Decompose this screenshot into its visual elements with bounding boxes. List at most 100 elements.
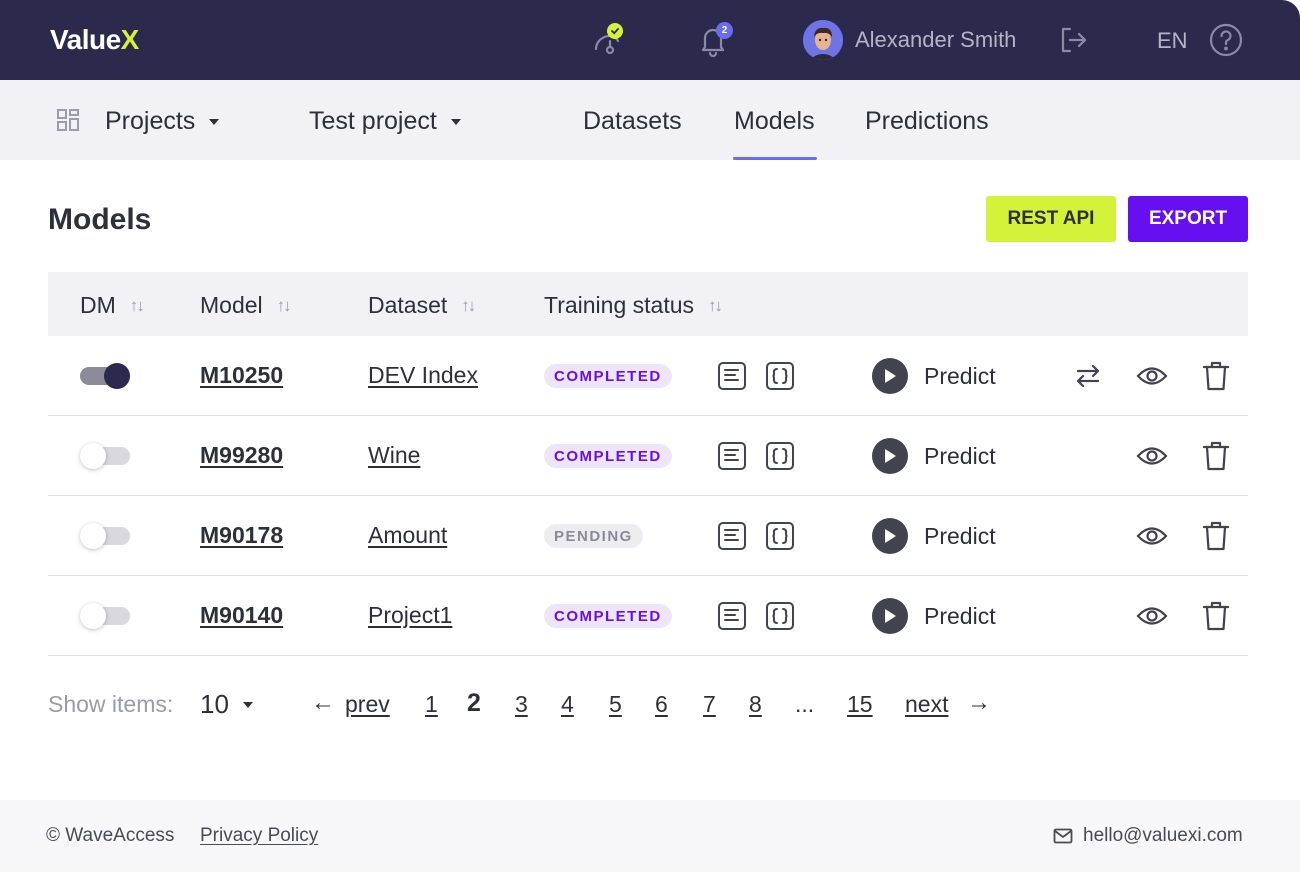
help-icon[interactable]	[1206, 20, 1246, 60]
table-row: M90140Project1COMPLETEDPredict	[48, 576, 1248, 656]
sort-icon[interactable]: ↑↓	[130, 296, 143, 316]
dm-toggle[interactable]	[80, 363, 130, 389]
arrow-right-icon[interactable]: →	[967, 689, 991, 717]
table-header: DM ↑↓ Model ↑↓ Dataset ↑↓ Training statu…	[48, 272, 1248, 336]
table-row: M90178AmountPENDINGPredict	[48, 496, 1248, 576]
column-header-dataset[interactable]: Dataset ↑↓	[368, 292, 474, 319]
user-name[interactable]: Alexander Smith	[855, 27, 1016, 53]
predict-button[interactable]: Predict	[872, 518, 996, 554]
page-link[interactable]: 15	[847, 691, 873, 718]
chevron-down-icon	[209, 119, 219, 125]
chevron-down-icon	[451, 119, 461, 125]
json-braces-icon[interactable]	[764, 440, 796, 472]
avatar[interactable]	[803, 20, 843, 60]
column-label: Dataset	[368, 292, 447, 319]
sort-icon[interactable]: ↑↓	[461, 296, 474, 316]
current-page: 2	[467, 689, 481, 718]
projects-dropdown[interactable]: Projects	[105, 107, 219, 136]
column-label: DM	[80, 292, 116, 319]
play-icon	[872, 358, 908, 394]
predict-label: Predict	[924, 523, 996, 550]
log-document-icon[interactable]	[716, 520, 748, 552]
json-braces-icon[interactable]	[764, 520, 796, 552]
project-selector-label: Test project	[309, 107, 437, 136]
dataset-link[interactable]: Wine	[368, 442, 420, 469]
arrow-left-icon[interactable]: ←	[311, 689, 335, 717]
projects-label: Projects	[105, 107, 195, 136]
active-tab-indicator	[733, 157, 817, 160]
next-page-link[interactable]: next	[905, 691, 948, 718]
logout-icon[interactable]	[1053, 20, 1093, 60]
column-header-dm[interactable]: DM ↑↓	[80, 292, 143, 319]
play-icon	[872, 598, 908, 634]
language-switcher[interactable]: EN	[1157, 28, 1188, 54]
predict-button[interactable]: Predict	[872, 598, 996, 634]
chevron-down-icon	[243, 702, 253, 708]
items-per-page-value: 10	[200, 689, 229, 720]
log-document-icon[interactable]	[716, 600, 748, 632]
json-braces-icon[interactable]	[764, 600, 796, 632]
eye-icon[interactable]	[1136, 600, 1168, 632]
pagination-ellipsis: ...	[795, 691, 814, 718]
eye-icon[interactable]	[1136, 520, 1168, 552]
valuex-logo[interactable]: ValueX	[50, 24, 139, 56]
eye-icon[interactable]	[1136, 360, 1168, 392]
training-status-icon[interactable]	[588, 20, 628, 60]
page-link[interactable]: 1	[425, 691, 438, 718]
predict-button[interactable]: Predict	[872, 358, 996, 394]
dataset-link[interactable]: Project1	[368, 602, 452, 629]
privacy-policy-link[interactable]: Privacy Policy	[200, 825, 318, 847]
tab-models[interactable]: Models	[734, 107, 815, 136]
items-per-page-select[interactable]: 10	[200, 689, 253, 720]
top-header: ValueX 2 Alexander Smith	[0, 0, 1300, 80]
trash-icon[interactable]	[1200, 360, 1232, 392]
trash-icon[interactable]	[1200, 600, 1232, 632]
dm-toggle[interactable]	[80, 443, 130, 469]
prev-page-link[interactable]: prev	[345, 691, 390, 718]
contact-email[interactable]: hello@valuexi.com	[1083, 825, 1243, 847]
model-id-link[interactable]: M90178	[200, 522, 283, 549]
predict-button[interactable]: Predict	[872, 438, 996, 474]
project-selector-dropdown[interactable]: Test project	[309, 107, 461, 136]
eye-icon[interactable]	[1136, 440, 1168, 472]
model-id-link[interactable]: M10250	[200, 362, 283, 389]
log-document-icon[interactable]	[716, 440, 748, 472]
page-link[interactable]: 5	[609, 691, 622, 718]
table-row: M99280 Wine COMPLETED Predict	[48, 416, 1248, 496]
status-badge: COMPLETED	[544, 444, 672, 468]
sort-icon[interactable]: ↑↓	[277, 296, 290, 316]
copyright-text: © WaveAccess	[46, 825, 174, 847]
column-label: Model	[200, 292, 263, 319]
page-link[interactable]: 8	[749, 691, 762, 718]
page-link[interactable]: 3	[515, 691, 528, 718]
dataset-link[interactable]: Amount	[368, 522, 447, 549]
column-header-model[interactable]: Model ↑↓	[200, 292, 290, 319]
check-badge-icon	[607, 23, 623, 39]
model-id-link[interactable]: M99280	[200, 442, 283, 469]
dm-toggle[interactable]	[80, 603, 130, 629]
page-link[interactable]: 6	[655, 691, 668, 718]
dataset-link[interactable]: DEV Index	[368, 362, 478, 389]
page-link[interactable]: 4	[561, 691, 574, 718]
footer: © WaveAccess Privacy Policy hello@valuex…	[0, 800, 1300, 872]
export-button[interactable]: EXPORT	[1128, 196, 1248, 242]
page-link[interactable]: 7	[703, 691, 716, 718]
swap-arrows-icon[interactable]	[1072, 360, 1104, 392]
page-title: Models	[48, 203, 151, 237]
dm-toggle[interactable]	[80, 523, 130, 549]
trash-icon[interactable]	[1200, 440, 1232, 472]
mail-icon	[1053, 828, 1073, 849]
json-braces-icon[interactable]	[764, 360, 796, 392]
log-document-icon[interactable]	[716, 360, 748, 392]
column-header-training-status[interactable]: Training status ↑↓	[544, 292, 721, 319]
predict-label: Predict	[924, 363, 996, 390]
trash-icon[interactable]	[1200, 520, 1232, 552]
rest-api-button[interactable]: REST API	[986, 196, 1116, 242]
grid-icon	[56, 108, 80, 137]
tab-datasets[interactable]: Datasets	[583, 107, 682, 136]
bell-icon[interactable]: 2	[693, 20, 733, 60]
model-id-link[interactable]: M90140	[200, 602, 283, 629]
tab-predictions[interactable]: Predictions	[865, 107, 989, 136]
predict-label: Predict	[924, 443, 996, 470]
sort-icon[interactable]: ↑↓	[708, 296, 721, 316]
